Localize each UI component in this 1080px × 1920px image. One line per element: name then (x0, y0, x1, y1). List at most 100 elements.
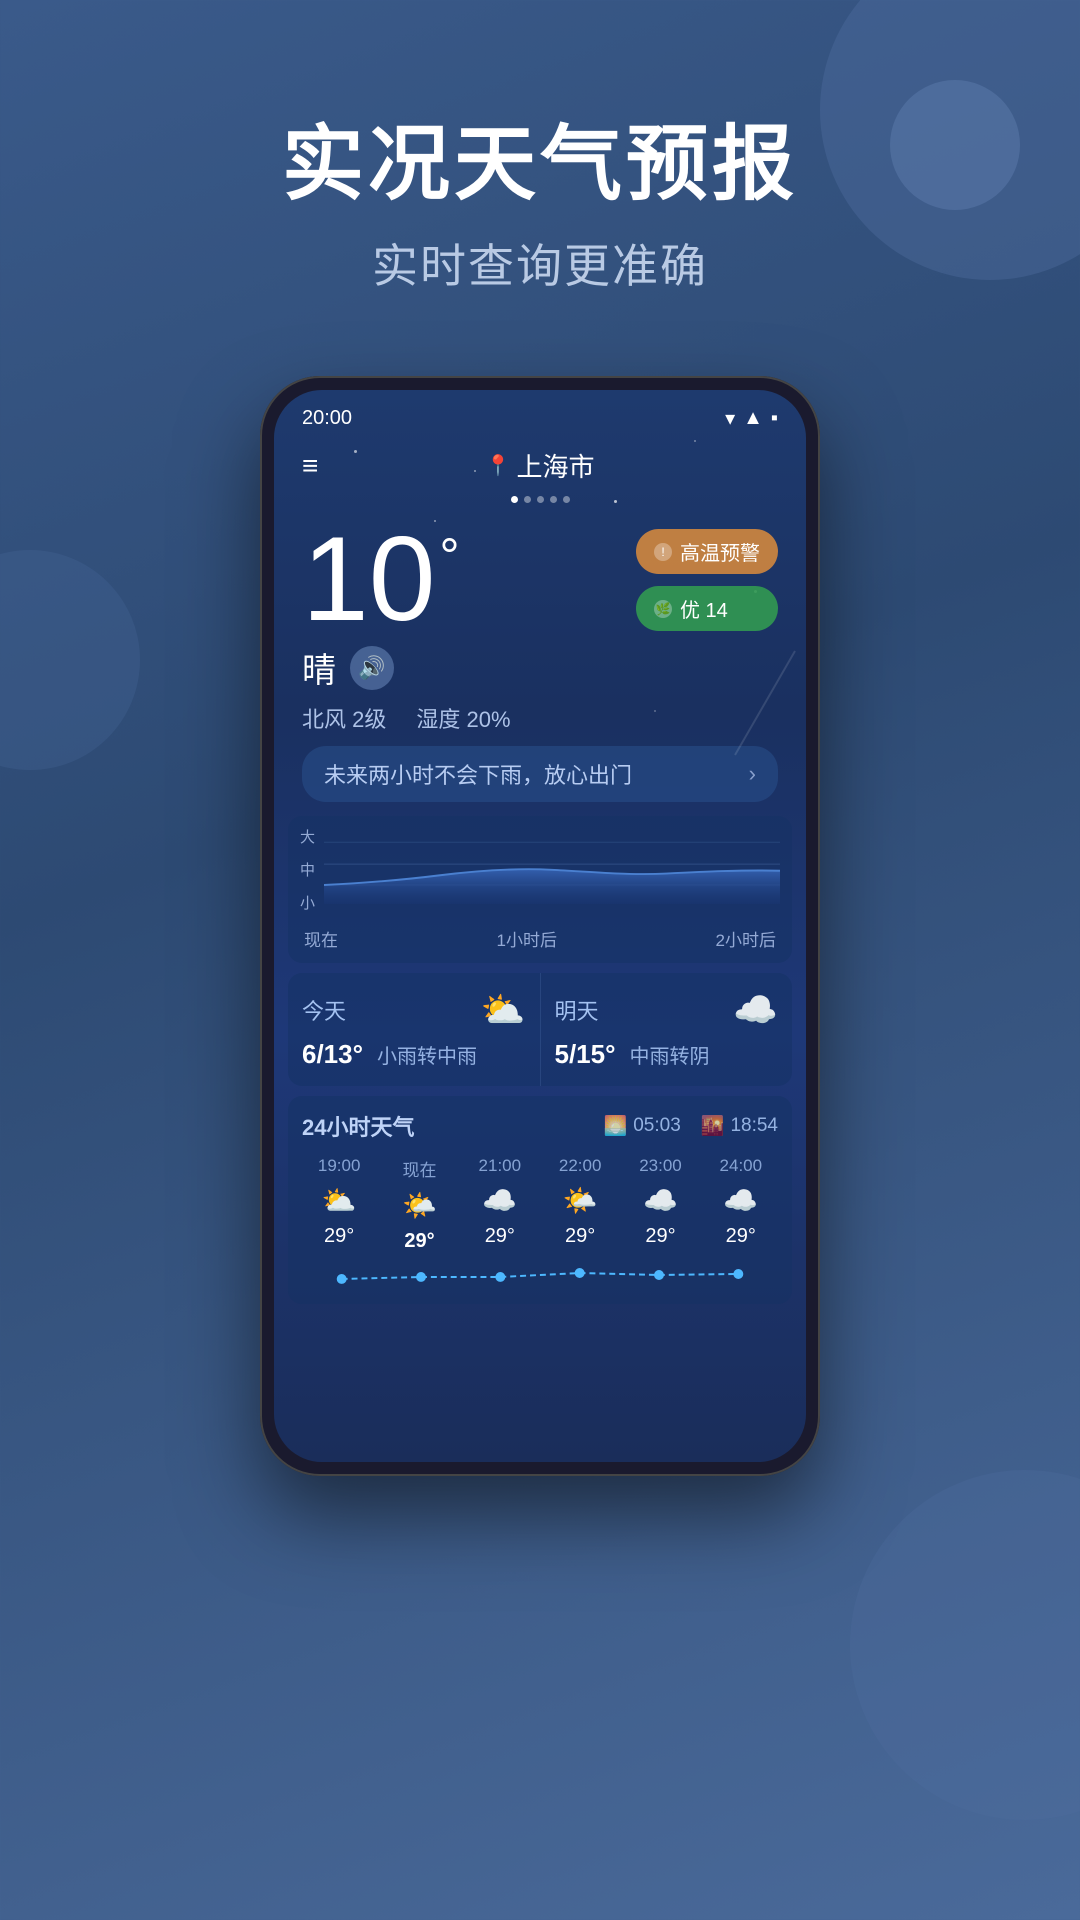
status-time: 20:00 (302, 407, 352, 430)
chart-time-row: 现在 1小时后 2小时后 (300, 926, 780, 951)
hour-icon-5: ☁️ (723, 1184, 758, 1217)
nav-dot-2[interactable] (524, 496, 531, 503)
hour-icon-2: ☁️ (482, 1184, 517, 1217)
sunrise-item: 🌅 05:03 (604, 1114, 681, 1138)
degree-symbol: ° (439, 531, 459, 581)
sunset-icon: 🌇 (701, 1114, 725, 1138)
hour-icon-4: ☁️ (643, 1184, 678, 1217)
status-bar: 20:00 ▾ ▲ ▪ (274, 390, 806, 439)
signal-icon: ▲ (743, 407, 763, 430)
nav-dot-5[interactable] (563, 496, 570, 503)
hourly-scroll: 19:00 ⛅ 29° 现在 🌤️ 29° 21:00 ☁️ 29° 22:00… (302, 1156, 778, 1253)
temperature-display: 10 ° (302, 519, 459, 639)
sunrise-time: 05:03 (633, 1115, 681, 1137)
air-quality-label: 优 14 (680, 594, 728, 623)
air-quality-badge: 🌿 优 14 (636, 586, 778, 631)
hour-temp-1: 29° (404, 1230, 434, 1253)
rain-chart-svg (324, 826, 780, 906)
weather-detail: 北风 2级 湿度 20% (302, 702, 778, 734)
rain-chart-section: 大 中 小 (288, 816, 792, 963)
leaf-icon: 🌿 (654, 600, 672, 618)
hour-icon-0: ⛅ (322, 1184, 357, 1217)
sunrise-icon: 🌅 (604, 1114, 628, 1138)
speaker-button[interactable]: 🔊 (350, 646, 394, 690)
chart-label-medium: 中 (300, 859, 315, 880)
rain-forecast-text: 未来两小时不会下雨，放心出门 (324, 758, 632, 790)
hour-temp-4: 29° (645, 1225, 675, 1248)
location-pin-icon: 📍 (486, 453, 511, 478)
daily-tomorrow-top: 明天 ☁️ (555, 989, 779, 1031)
nav-dot-4[interactable] (550, 496, 557, 503)
hour-item-4: 23:00 ☁️ 29° (623, 1156, 697, 1253)
hour-icon-1: 🌤️ (402, 1189, 437, 1222)
rain-forecast-arrow: › (749, 761, 756, 787)
hour-temp-0: 29° (324, 1225, 354, 1248)
sub-title: 实时查询更准确 (0, 230, 1080, 296)
hourly-header: 24小时天气 🌅 05:03 🌇 18:54 (302, 1110, 778, 1142)
status-icons: ▾ ▲ ▪ (725, 406, 778, 431)
nav-dot-3[interactable] (537, 496, 544, 503)
city-name-row: 📍 上海市 (486, 447, 595, 484)
phone-screen: 20:00 ▾ ▲ ▪ ≡ 📍 上海市 (274, 390, 806, 1462)
daily-today-label: 今天 (302, 994, 346, 1026)
header-section: 实况天气预报 实时查询更准确 (0, 0, 1080, 356)
hour-item-2: 21:00 ☁️ 29° (463, 1156, 537, 1253)
hourly-section: 24小时天气 🌅 05:03 🌇 18:54 1 (288, 1096, 792, 1304)
daily-item-tomorrow: 明天 ☁️ 5/15° 中雨转阴 (541, 973, 793, 1086)
daily-tomorrow-desc: 中雨转阴 (630, 1040, 710, 1069)
nav-dot-1[interactable] (511, 496, 518, 503)
daily-today-desc: 小雨转中雨 (377, 1040, 477, 1069)
hour-temp-2: 29° (485, 1225, 515, 1248)
chart-label-small: 小 (300, 892, 315, 913)
chart-label-large: 大 (300, 826, 315, 847)
wind-info: 北风 2级 (302, 702, 386, 734)
battery-icon: ▪ (771, 407, 778, 430)
hour-time-5: 24:00 (720, 1156, 763, 1176)
sunset-item: 🌇 18:54 (701, 1114, 778, 1138)
temp-value: 10 (302, 519, 435, 639)
hour-time-1: 现在 (402, 1156, 436, 1181)
chart-time-2h: 2小时后 (716, 926, 776, 951)
humidity-info: 湿度 20% (416, 702, 510, 734)
badges-panel: ! 高温预警 🌿 优 14 (636, 529, 778, 631)
rain-forecast-banner[interactable]: 未来两小时不会下雨，放心出门 › (302, 746, 778, 802)
hour-temp-5: 29° (726, 1225, 756, 1248)
phone-wrapper: 20:00 ▾ ▲ ▪ ≡ 📍 上海市 (0, 376, 1080, 1476)
daily-forecast: 今天 ⛅ 6/13° 小雨转中雨 明天 ☁️ 5/15° 中雨转 (288, 973, 792, 1086)
menu-icon[interactable]: ≡ (302, 452, 318, 480)
daily-today-top: 今天 ⛅ (302, 989, 526, 1031)
heat-warning-label: 高温预警 (680, 537, 760, 566)
hour-time-2: 21:00 (479, 1156, 522, 1176)
temp-left: 10 ° 晴 🔊 (302, 519, 459, 692)
chart-time-1h: 1小时后 (497, 926, 557, 951)
chart-time-now: 现在 (304, 926, 338, 951)
main-title: 实况天气预报 (0, 120, 1080, 210)
weather-main: 10 ° 晴 🔊 ! 高 (274, 503, 806, 802)
hour-item-3: 22:00 🌤️ 29° (543, 1156, 617, 1253)
wifi-icon: ▾ (725, 406, 735, 431)
speaker-icon: 🔊 (358, 655, 385, 681)
sun-info: 🌅 05:03 🌇 18:54 (604, 1114, 778, 1138)
hour-item-1: 现在 🌤️ 29° (382, 1156, 456, 1253)
phone-frame: 20:00 ▾ ▲ ▪ ≡ 📍 上海市 (260, 376, 820, 1476)
heat-warning-badge: ! 高温预警 (636, 529, 778, 574)
daily-today-icon: ⛅ (481, 989, 526, 1031)
top-bar: ≡ 📍 上海市 (274, 439, 806, 490)
hour-item-5: 24:00 ☁️ 29° (704, 1156, 778, 1253)
hour-time-4: 23:00 (639, 1156, 682, 1176)
daily-tomorrow-temp: 5/15° (555, 1039, 616, 1070)
temp-row: 10 ° 晴 🔊 ! 高 (302, 519, 778, 692)
sunset-time: 18:54 (730, 1115, 778, 1137)
warning-icon: ! (654, 543, 672, 561)
hour-icon-3: 🌤️ (563, 1184, 598, 1217)
hour-item-0: 19:00 ⛅ 29° (302, 1156, 376, 1253)
daily-tomorrow-icon: ☁️ (733, 989, 778, 1031)
daily-tomorrow-label: 明天 (555, 994, 599, 1026)
bg-decoration-bottom-right (850, 1470, 1080, 1820)
hourly-temp-graph (302, 1259, 778, 1289)
hourly-title: 24小时天气 (302, 1110, 414, 1142)
hour-time-3: 22:00 (559, 1156, 602, 1176)
city-label: 上海市 (516, 447, 594, 484)
weather-description: 晴 (302, 643, 336, 692)
weather-desc-row: 晴 🔊 (302, 643, 459, 692)
